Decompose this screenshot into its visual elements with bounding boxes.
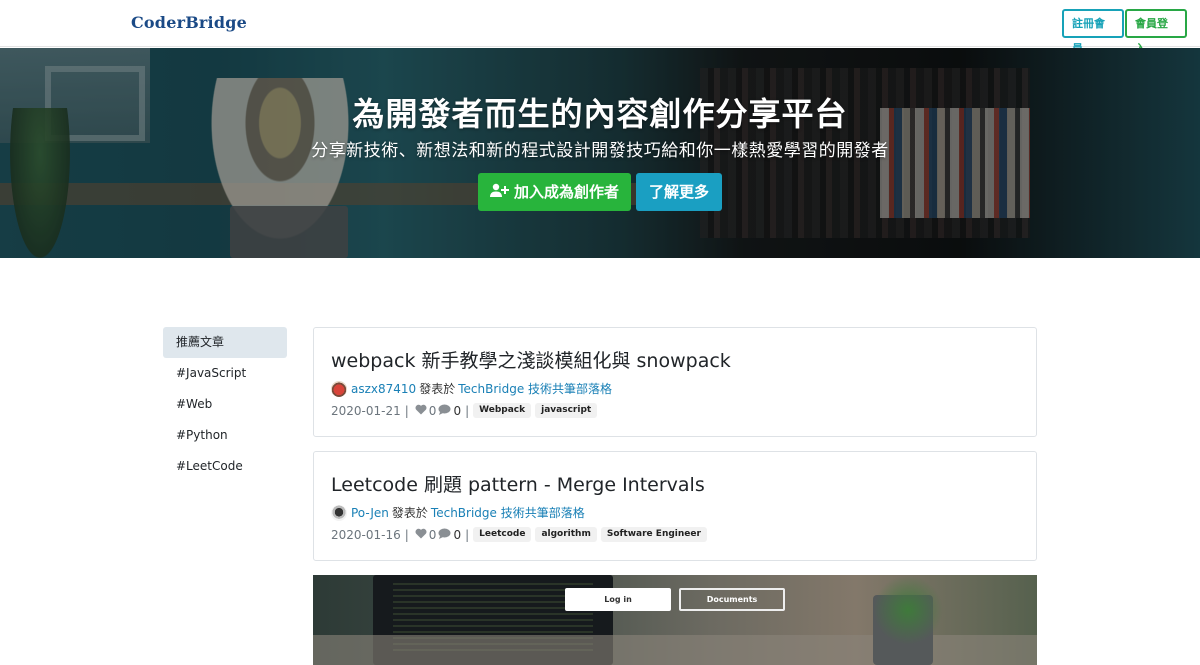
- heart-icon[interactable]: [415, 404, 427, 418]
- banner-documents-button[interactable]: Documents: [679, 588, 785, 611]
- comment-icon[interactable]: [438, 404, 451, 418]
- divider: |: [404, 403, 409, 418]
- avatar[interactable]: [331, 380, 347, 397]
- sidebar-item-leetcode[interactable]: #LeetCode: [163, 451, 287, 482]
- post-title[interactable]: Leetcode 刷題 pattern - Merge Intervals: [331, 470, 705, 497]
- post-meta: Po-Jen 發表於 TechBridge 技術共筆部落格: [331, 504, 585, 521]
- avatar[interactable]: [331, 504, 347, 521]
- post-blog-link[interactable]: TechBridge 技術共筆部落格: [431, 504, 585, 521]
- post-author[interactable]: aszx87410: [351, 382, 416, 396]
- register-button[interactable]: 註冊會員: [1062, 9, 1124, 55]
- hero-banner: 為開發者而生的內容創作分享平台 分享新技術、新想法和新的程式設計開發技巧給和你一…: [0, 48, 1200, 258]
- post-title[interactable]: webpack 新手教學之淺談模組化與 snowpack: [331, 346, 731, 373]
- banner-plant: [873, 575, 943, 645]
- sidebar-item-javascript[interactable]: #JavaScript: [163, 358, 287, 389]
- comment-count: 0: [453, 403, 462, 418]
- divider: |: [404, 527, 409, 542]
- top-navbar: CoderBridge 註冊會員 會員登入: [0, 0, 1200, 55]
- post-card: webpack 新手教學之淺談模組化與 snowpack aszx87410 發…: [313, 327, 1037, 437]
- published-in-text: 發表於: [419, 382, 456, 396]
- post-card: Leetcode 刷題 pattern - Merge Intervals Po…: [313, 451, 1037, 561]
- comment-icon[interactable]: [438, 528, 451, 542]
- user-plus-icon: [489, 173, 510, 211]
- banner-login-button[interactable]: Log in: [565, 588, 671, 611]
- tag-javascript[interactable]: javascript: [535, 403, 598, 418]
- login-button[interactable]: 會員登入: [1125, 9, 1187, 55]
- join-creator-button[interactable]: 加入成為創作者: [478, 173, 631, 211]
- hero-title: 為開發者而生的內容創作分享平台: [352, 95, 848, 133]
- learn-more-button[interactable]: 了解更多: [636, 173, 722, 211]
- promo-banner: Log in Documents: [313, 575, 1037, 665]
- comment-count: 0: [453, 527, 462, 542]
- tag-leetcode[interactable]: Leetcode: [473, 527, 532, 542]
- post-stats: 2020-01-21 | 0 0 | Webpack javascript: [331, 403, 601, 418]
- tag-webpack[interactable]: Webpack: [473, 403, 532, 418]
- sidebar-item-python[interactable]: #Python: [163, 420, 287, 451]
- post-date: 2020-01-16: [331, 527, 401, 542]
- post-blog-link[interactable]: TechBridge 技術共筆部落格: [458, 380, 612, 397]
- sidebar-item-web[interactable]: #Web: [163, 389, 287, 420]
- like-count: 0: [428, 403, 437, 418]
- post-author[interactable]: Po-Jen: [351, 506, 389, 520]
- topic-sidebar: 推薦文章 #JavaScript #Web #Python #LeetCode: [163, 327, 287, 482]
- tag-software-engineer[interactable]: Software Engineer: [600, 527, 707, 542]
- brand-logo[interactable]: CoderBridge: [131, 13, 247, 32]
- join-creator-label: 加入成為創作者: [513, 183, 619, 201]
- like-count: 0: [428, 527, 437, 542]
- hero-subtitle: 分享新技術、新想法和新的程式設計開發技巧給和你一樣熱愛學習的開發者: [311, 141, 889, 161]
- sidebar-item-recommended[interactable]: 推薦文章: [163, 327, 287, 358]
- published-in-text: 發表於: [391, 506, 428, 520]
- post-date: 2020-01-21: [331, 403, 401, 418]
- heart-icon[interactable]: [415, 528, 427, 542]
- tag-algorithm[interactable]: algorithm: [535, 527, 597, 542]
- divider: |: [465, 527, 470, 542]
- post-meta: aszx87410 發表於 TechBridge 技術共筆部落格: [331, 380, 612, 397]
- divider: |: [465, 403, 470, 418]
- post-stats: 2020-01-16 | 0 0 | Leetcode algorithm So…: [331, 527, 711, 542]
